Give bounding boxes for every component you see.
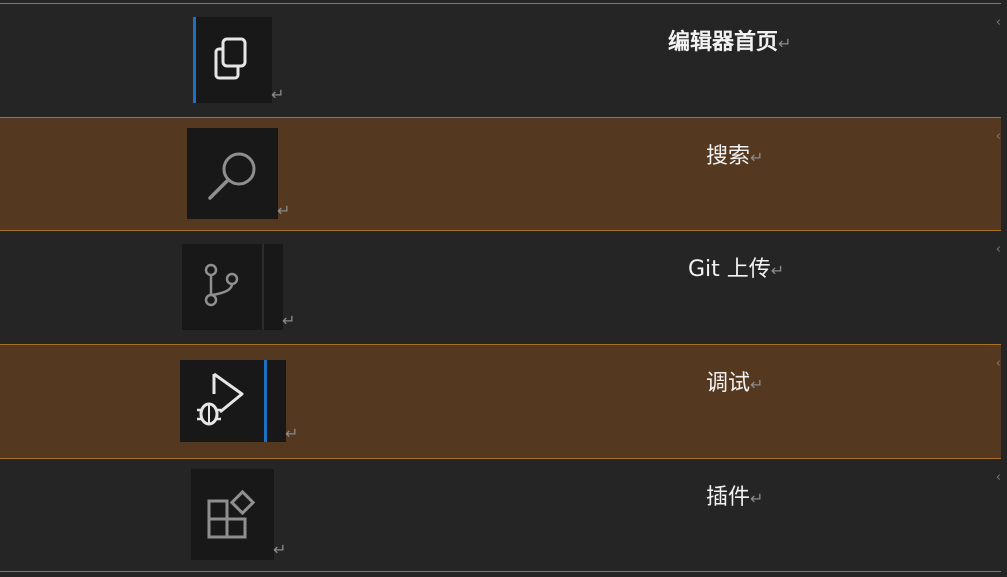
row-label: Git 上传↵ [688, 257, 785, 282]
row-label: 调试↵ [706, 371, 764, 396]
row-label: 插件↵ [706, 485, 764, 510]
row-label: 搜索↵ [706, 144, 764, 169]
return-mark: ↵ [271, 85, 285, 104]
debug-icon [197, 372, 244, 426]
edge-mark: ‹ [995, 356, 1001, 371]
activity-bar-tile-search [187, 128, 278, 219]
active-indicator [193, 17, 196, 103]
table-row-extensions: ↵ 插件↵ ‹ [0, 459, 1001, 571]
activity-bar-tile-extensions [191, 469, 274, 560]
table-row-debug: ↵ 调试↵ ‹ [0, 345, 1001, 458]
active-indicator [264, 360, 267, 442]
table-row-git: ↵ Git 上传↵ ‹ [0, 231, 1001, 344]
row-label: 编辑器首页↵ [668, 30, 792, 55]
edge-mark: ‹ [995, 129, 1001, 144]
copy-icon [214, 37, 247, 80]
divider [262, 244, 264, 330]
return-mark: ↵ [282, 311, 296, 330]
activity-bar-tile-debug [180, 360, 286, 442]
return-mark: ↵ [285, 424, 299, 443]
source-control-icon [204, 263, 239, 307]
return-mark: ↵ [277, 201, 291, 220]
table-row-home: ↵ 编辑器首页↵ ‹ [0, 4, 1001, 117]
extensions-icon [207, 489, 256, 539]
edge-mark: ‹ [995, 242, 1001, 257]
edge-mark: ‹ [995, 470, 1001, 485]
activity-bar-tile-home [193, 17, 272, 103]
edge-mark: ‹ [995, 15, 1001, 30]
return-mark: ↵ [273, 540, 287, 559]
activity-bar-tile-git [182, 244, 283, 330]
search-icon [208, 152, 256, 200]
icon-table: ↵ 编辑器首页↵ ‹ ↵ 搜索↵ ‹ ↵ Git 上传↵ ‹ ↵ 调试↵ ‹ ↵… [0, 0, 1007, 577]
table-rule [0, 571, 1001, 572]
table-row-search: ↵ 搜索↵ ‹ [0, 118, 1001, 230]
